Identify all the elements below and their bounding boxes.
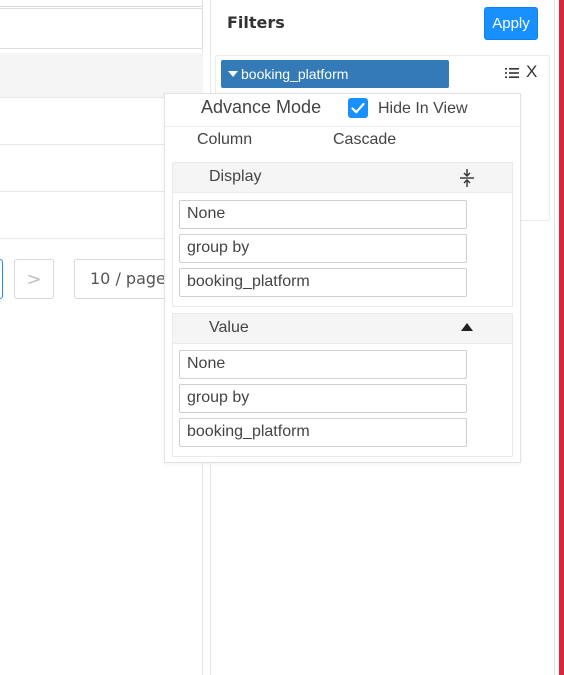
divider: [165, 126, 520, 127]
apply-button[interactable]: Apply: [484, 7, 538, 40]
close-icon[interactable]: X: [526, 62, 537, 82]
display-field-input[interactable]: None: [179, 200, 467, 229]
check-icon: [351, 102, 365, 114]
tab-cascade[interactable]: Cascade: [333, 131, 396, 149]
value-field-input[interactable]: booking_platform: [179, 418, 467, 447]
pagination-current-page[interactable]: [0, 259, 3, 299]
table-header-row: [0, 53, 203, 98]
display-section-title: Display: [209, 168, 262, 185]
hide-in-view-checkbox[interactable]: [348, 98, 368, 118]
field-tag-booking-platform[interactable]: booking_platform: [221, 60, 449, 88]
hide-in-view-label[interactable]: Hide In View: [378, 100, 468, 118]
caret-up-icon[interactable]: [461, 323, 473, 331]
value-section-title: Value: [209, 319, 249, 336]
filters-title: Filters: [227, 13, 285, 32]
list-icon[interactable]: [505, 66, 519, 80]
display-section-header[interactable]: Display: [173, 163, 512, 193]
pagination-next-button[interactable]: >: [14, 259, 54, 299]
tab-column[interactable]: Column: [197, 131, 252, 149]
caret-down-icon: [228, 71, 238, 77]
value-field-input[interactable]: None: [179, 350, 467, 379]
advance-mode-label[interactable]: Advance Mode: [201, 97, 321, 118]
display-field-input[interactable]: group by: [179, 234, 467, 263]
collapse-icon[interactable]: [459, 168, 475, 188]
text-input-edge[interactable]: [0, 8, 203, 49]
field-tag-label: booking_platform: [241, 66, 349, 82]
edge-accent-bar: [559, 0, 564, 675]
chevron-right-icon: >: [26, 268, 42, 290]
search-field-edge[interactable]: [0, 0, 203, 7]
display-field-input[interactable]: booking_platform: [179, 268, 467, 297]
value-section-header[interactable]: Value: [173, 314, 512, 344]
value-field-input[interactable]: group by: [179, 384, 467, 413]
